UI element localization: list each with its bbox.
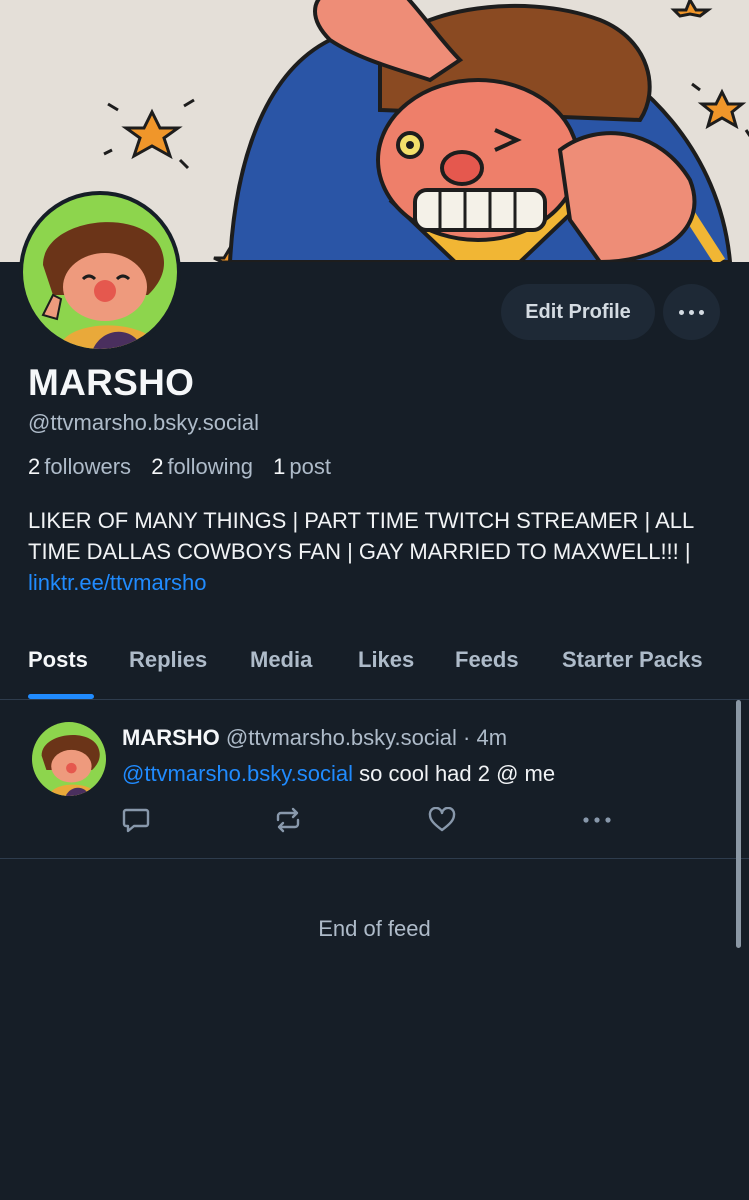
scrollbar[interactable] [736,700,741,948]
active-tab-indicator [28,694,94,699]
display-name: MARSHO [28,362,195,403]
end-of-feed-label: End of feed [318,916,431,941]
avatar-image [23,195,177,349]
like-button[interactable] [427,806,457,834]
post-author-name[interactable]: MARSHO [122,725,220,750]
post-time[interactable]: 4m [476,725,507,750]
following-count: 2 [151,454,164,479]
reply-icon [122,808,150,833]
post-separator: · [463,725,471,750]
avatar-image [32,722,106,796]
post-text: @ttvmarsho.bsky.social so cool had 2 @ m… [122,761,555,787]
posts-stat: 1 post [273,454,331,479]
following-stat[interactable]: 2 following [151,454,253,479]
followers-stat[interactable]: 2 followers [28,454,131,479]
like-icon [428,807,456,832]
repost-icon [276,807,300,833]
reply-button[interactable] [121,806,151,834]
followers-label: followers [44,454,132,479]
profile-avatar[interactable] [19,191,181,353]
feed-post[interactable]: MARSHO @ttvmarsho.bsky.social · 4m @ttvm… [0,700,749,859]
tab-likes[interactable]: Likes [358,647,414,673]
posts-count: 1 [273,454,286,479]
tab-starter-packs[interactable]: Starter Packs [562,647,703,673]
bio-link[interactable]: linktr.ee/ttvmarsho [28,570,207,595]
tab-replies[interactable]: Replies [129,647,207,673]
more-icon [583,817,611,823]
bio-text: LIKER OF MANY THINGS | PART TIME TWITCH … [28,508,694,564]
tab-media[interactable]: Media [250,647,312,673]
post-author-avatar[interactable] [32,722,106,796]
post-header: MARSHO @ttvmarsho.bsky.social · 4m [122,725,507,751]
post-mention[interactable]: @ttvmarsho.bsky.social [122,761,353,786]
repost-button[interactable] [273,806,303,834]
profile-more-button[interactable] [663,284,720,340]
profile-bio: LIKER OF MANY THINGS | PART TIME TWITCH … [28,505,728,598]
edit-profile-button[interactable]: Edit Profile [501,284,655,340]
following-label: following [167,454,254,479]
followers-count: 2 [28,454,41,479]
profile-tabs: Posts Replies Media Likes Feeds Starter … [0,636,749,700]
tab-feeds[interactable]: Feeds [455,647,519,673]
posts-label: post [289,454,332,479]
ellipsis-icon [679,309,684,315]
post-body-text: so cool had 2 @ me [359,761,556,786]
profile-stats: 2 followers 2 following 1 post [28,454,345,480]
profile-handle: @ttvmarsho.bsky.social [28,410,259,435]
tab-posts[interactable]: Posts [28,647,88,673]
post-more-button[interactable] [582,806,612,834]
post-author-handle[interactable]: @ttvmarsho.bsky.social [226,725,457,750]
